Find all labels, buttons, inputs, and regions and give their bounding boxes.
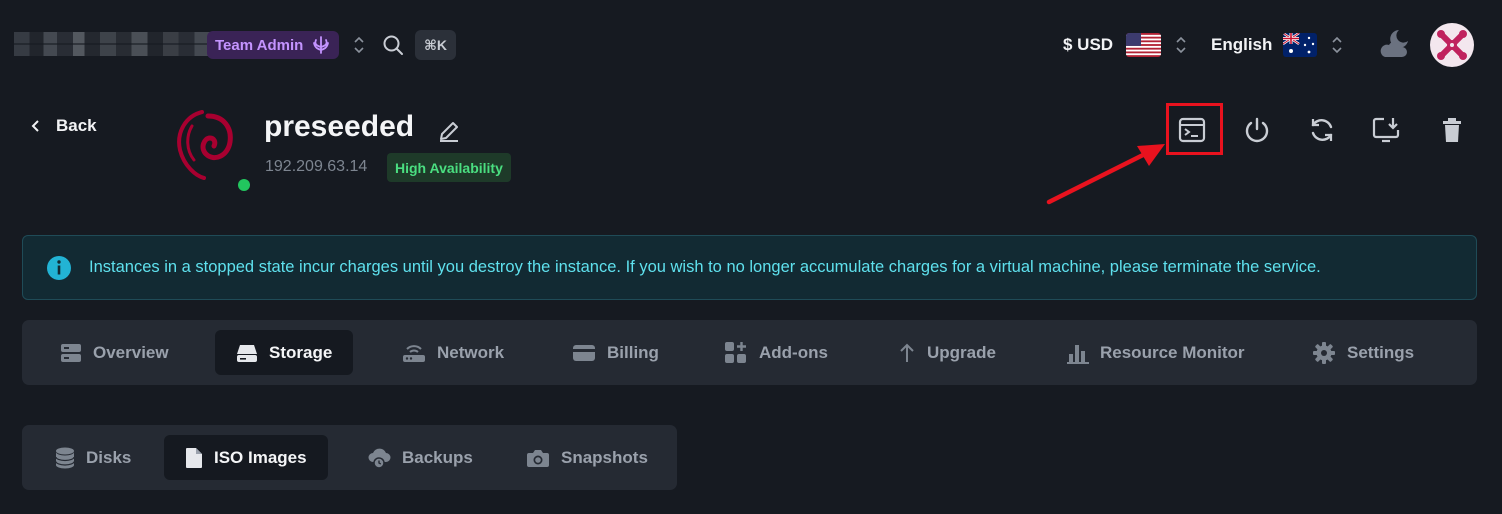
currency-label[interactable]: $ USD [1063, 35, 1113, 55]
ip-address: 192.209.63.14 [265, 158, 368, 175]
tab-add-ons[interactable]: Add-ons [724, 330, 828, 375]
tab-overview[interactable]: Overview [60, 330, 169, 375]
tab-billing[interactable]: Billing [572, 330, 659, 375]
team-selector[interactable]: Team Admin [207, 31, 340, 59]
subtab-backups[interactable]: Backups [367, 435, 473, 480]
language-chevron-icon[interactable] [1330, 35, 1344, 55]
info-icon [46, 255, 72, 281]
command-shortcut[interactable]: ⌘K [415, 30, 456, 60]
server-icon [60, 343, 82, 363]
search-icon[interactable] [382, 34, 404, 56]
tab-label: Billing [607, 342, 659, 362]
status-badge: High Availability [387, 153, 511, 182]
restart-icon[interactable] [1305, 113, 1339, 147]
hard-drive-icon [236, 343, 258, 363]
tab-label: Network [437, 342, 505, 362]
subtab-label: Backups [402, 447, 473, 467]
main-tabs: Overview Storage Network Billing Add-ons… [22, 320, 1477, 385]
subtab-disks[interactable]: Disks [55, 435, 131, 480]
subtab-label: ISO Images [214, 447, 307, 467]
tab-upgrade[interactable]: Upgrade [898, 330, 996, 375]
tab-label: Resource Monitor [1100, 342, 1245, 362]
back-button[interactable]: Back [30, 116, 97, 136]
debian-logo [172, 106, 234, 182]
router-icon [402, 343, 426, 363]
bar-chart-icon [1067, 342, 1089, 364]
chevron-left-icon [30, 119, 42, 133]
tab-storage[interactable]: Storage [215, 330, 354, 375]
edit-pencil-icon[interactable] [437, 119, 461, 143]
avatar[interactable] [1429, 22, 1475, 68]
tab-network[interactable]: Network [402, 330, 504, 375]
add-ons-icon [724, 341, 748, 365]
up-down-chevron-icon[interactable] [352, 35, 366, 55]
tab-label: Upgrade [927, 342, 996, 362]
subtab-iso-images[interactable]: ISO Images [164, 435, 328, 480]
subtab-label: Snapshots [561, 447, 648, 467]
camera-icon [526, 448, 550, 468]
install-icon[interactable] [1370, 113, 1404, 147]
gear-icon [1312, 341, 1336, 365]
delete-icon[interactable] [1435, 113, 1469, 147]
language-label[interactable]: English [1211, 35, 1272, 55]
subtab-label: Disks [86, 447, 132, 467]
us-flag-icon [1126, 33, 1161, 57]
tab-label: Overview [93, 342, 169, 362]
cloud-backup-icon [367, 447, 391, 469]
team-label: Team Admin [215, 36, 304, 54]
team-emblem-icon [311, 35, 331, 55]
database-icon [55, 447, 75, 469]
subtab-snapshots[interactable]: Snapshots [526, 435, 648, 480]
credit-card-icon [572, 344, 596, 362]
file-icon [185, 447, 203, 469]
arrow-annotation [1045, 138, 1170, 206]
info-alert: Instances in a stopped state incur charg… [22, 235, 1477, 300]
currency-chevron-icon[interactable] [1174, 35, 1188, 55]
instance-name: preseeded [264, 110, 415, 143]
tab-label: Storage [269, 342, 333, 362]
back-label: Back [56, 116, 97, 135]
arrow-up-icon [898, 342, 916, 364]
moon-cloud-icon[interactable] [1377, 28, 1411, 60]
storage-subtabs: Disks ISO Images Backups Snapshots [22, 425, 677, 490]
status-dot [238, 179, 250, 191]
logo[interactable] [14, 32, 210, 56]
tab-resource-monitor[interactable]: Resource Monitor [1067, 330, 1245, 375]
highlight-annotation [1166, 103, 1223, 155]
alert-message: Instances in a stopped state incur charg… [89, 258, 1321, 276]
power-icon[interactable] [1240, 113, 1274, 147]
australia-flag-icon [1283, 33, 1317, 57]
tab-settings[interactable]: Settings [1312, 330, 1414, 375]
tab-label: Add-ons [759, 342, 828, 362]
tab-label: Settings [1347, 342, 1415, 362]
